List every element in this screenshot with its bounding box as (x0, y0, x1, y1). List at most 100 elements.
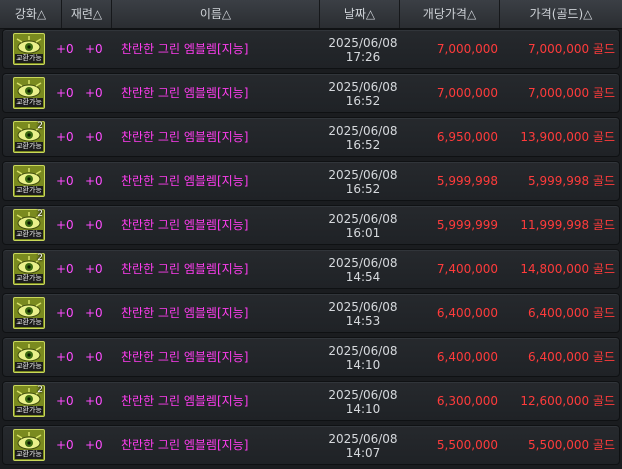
listing-time: 16:01 (345, 226, 381, 240)
refine-value: +0 (85, 438, 103, 452)
refine-value: +0 (85, 174, 103, 188)
unit-price: 6,400,000 (436, 350, 498, 364)
table-row[interactable]: 2 교환가능 +0 +0 찬란한 그린 엠블렘[지능] 2025/06/08 1… (2, 117, 620, 157)
listing-datetime: 2025/06/08 14:10 (323, 344, 403, 372)
listing-datetime: 2025/06/08 14:07 (323, 432, 403, 460)
listing-date: 2025/06/08 (328, 124, 398, 138)
refine-value: +0 (85, 394, 103, 408)
eye-emblem-icon[interactable]: 2 교환가능 (13, 121, 45, 153)
item-name: 찬란한 그린 엠블렘[지능] (121, 130, 249, 144)
listing-time: 16:52 (345, 182, 381, 196)
listing-time: 14:53 (345, 314, 381, 328)
item-name: 찬란한 그린 엠블렘[지능] (121, 306, 249, 320)
total-price-gold: 12,600,000 골드 (520, 394, 615, 408)
total-price-gold: 5,999,998 골드 (528, 174, 615, 188)
total-price-gold: 14,800,000 골드 (520, 262, 615, 276)
tradeable-tag: 교환가능 (15, 274, 43, 283)
table-row[interactable]: 2 교환가능 +0 +0 찬란한 그린 엠블렘[지능] 2025/06/08 1… (2, 205, 620, 245)
eye-emblem-icon[interactable]: 2 교환가능 (13, 209, 45, 241)
listing-time: 14:07 (345, 446, 381, 460)
refine-value: +0 (85, 262, 103, 276)
eye-emblem-icon[interactable]: 교환가능 (13, 77, 45, 109)
listing-date: 2025/06/08 (328, 388, 398, 402)
listing-date: 2025/06/08 (328, 432, 398, 446)
listing-time: 14:54 (345, 270, 381, 284)
eye-emblem-icon[interactable]: 2 교환가능 (13, 253, 45, 285)
enhance-value: +0 (56, 130, 74, 144)
enhance-value: +0 (56, 438, 74, 452)
listing-datetime: 2025/06/08 16:52 (323, 168, 403, 196)
refine-value: +0 (85, 306, 103, 320)
total-price-gold: 6,400,000 골드 (528, 350, 615, 364)
table-row[interactable]: 교환가능 +0 +0 찬란한 그린 엠블렘[지능] 2025/06/08 16:… (2, 73, 620, 113)
total-price-gold: 7,000,000 골드 (528, 42, 615, 56)
item-name: 찬란한 그린 엠블렘[지능] (121, 174, 249, 188)
sort-refine-header[interactable]: 재련△ (62, 0, 112, 28)
eye-emblem-icon[interactable]: 교환가능 (13, 341, 45, 373)
item-name: 찬란한 그린 엠블렘[지능] (121, 350, 249, 364)
refine-value: +0 (85, 130, 103, 144)
total-price-gold: 7,000,000 골드 (528, 86, 615, 100)
unit-price: 7,000,000 (436, 42, 498, 56)
tradeable-tag: 교환가능 (15, 54, 43, 63)
refine-value: +0 (85, 86, 103, 100)
tradeable-tag: 교환가능 (15, 142, 43, 151)
total-price-gold: 5,500,000 골드 (528, 438, 615, 452)
sort-enhance-header[interactable]: 강화△ (0, 0, 62, 28)
table-row[interactable]: 교환가능 +0 +0 찬란한 그린 엠블렘[지능] 2025/06/08 16:… (2, 161, 620, 201)
item-quantity: 2 (37, 253, 43, 263)
refine-value: +0 (85, 218, 103, 232)
enhance-value: +0 (56, 262, 74, 276)
listing-date: 2025/06/08 (328, 36, 398, 50)
unit-price: 7,400,000 (436, 262, 498, 276)
table-header: 강화△ 재련△ 이름△ 날짜△ 개당가격△ 가격(골드)△ (0, 0, 622, 29)
eye-emblem-icon[interactable]: 교환가능 (13, 429, 45, 461)
tradeable-tag: 교환가능 (15, 186, 43, 195)
item-quantity: 2 (37, 209, 43, 219)
eye-emblem-icon[interactable]: 교환가능 (13, 297, 45, 329)
sort-unit-price-header[interactable]: 개당가격△ (400, 0, 500, 28)
listing-date: 2025/06/08 (328, 344, 398, 358)
listing-date: 2025/06/08 (328, 256, 398, 270)
listing-datetime: 2025/06/08 16:52 (323, 80, 403, 108)
listing-datetime: 2025/06/08 16:01 (323, 212, 403, 240)
listing-time: 17:26 (345, 50, 381, 64)
listing-datetime: 2025/06/08 16:52 (323, 124, 403, 152)
unit-price: 5,999,999 (436, 218, 498, 232)
unit-price: 6,300,000 (436, 394, 498, 408)
total-price-gold: 13,900,000 골드 (520, 130, 615, 144)
table-row[interactable]: 2 교환가능 +0 +0 찬란한 그린 엠블렘[지능] 2025/06/08 1… (2, 381, 620, 421)
enhance-value: +0 (56, 218, 74, 232)
enhance-value: +0 (56, 86, 74, 100)
sort-date-header[interactable]: 날짜△ (320, 0, 400, 28)
refine-value: +0 (85, 42, 103, 56)
tradeable-tag: 교환가능 (15, 318, 43, 327)
table-row[interactable]: 2 교환가능 +0 +0 찬란한 그린 엠블렘[지능] 2025/06/08 1… (2, 249, 620, 289)
item-name: 찬란한 그린 엠블렘[지능] (121, 394, 249, 408)
tradeable-tag: 교환가능 (15, 362, 43, 371)
sort-price-gold-header[interactable]: 가격(골드)△ (500, 0, 622, 28)
listing-rows: 교환가능 +0 +0 찬란한 그린 엠블렘[지능] 2025/06/08 17:… (0, 29, 622, 469)
item-name: 찬란한 그린 엠블렘[지능] (121, 262, 249, 276)
tradeable-tag: 교환가능 (15, 406, 43, 415)
total-price-gold: 11,999,998 골드 (520, 218, 615, 232)
sort-name-header[interactable]: 이름△ (112, 0, 320, 28)
table-row[interactable]: 교환가능 +0 +0 찬란한 그린 엠블렘[지능] 2025/06/08 17:… (2, 29, 620, 69)
table-row[interactable]: 교환가능 +0 +0 찬란한 그린 엠블렘[지능] 2025/06/08 14:… (2, 293, 620, 333)
enhance-value: +0 (56, 350, 74, 364)
refine-value: +0 (85, 350, 103, 364)
listing-datetime: 2025/06/08 14:10 (323, 388, 403, 416)
listing-datetime: 2025/06/08 17:26 (323, 36, 403, 64)
enhance-value: +0 (56, 174, 74, 188)
listing-time: 14:10 (345, 358, 381, 372)
table-row[interactable]: 교환가능 +0 +0 찬란한 그린 엠블렘[지능] 2025/06/08 14:… (2, 337, 620, 377)
enhance-value: +0 (56, 306, 74, 320)
tradeable-tag: 교환가능 (15, 98, 43, 107)
eye-emblem-icon[interactable]: 2 교환가능 (13, 385, 45, 417)
eye-emblem-icon[interactable]: 교환가능 (13, 165, 45, 197)
item-name: 찬란한 그린 엠블렘[지능] (121, 218, 249, 232)
enhance-value: +0 (56, 394, 74, 408)
eye-emblem-icon[interactable]: 교환가능 (13, 33, 45, 65)
table-row[interactable]: 교환가능 +0 +0 찬란한 그린 엠블렘[지능] 2025/06/08 14:… (2, 425, 620, 465)
item-quantity: 2 (37, 385, 43, 395)
